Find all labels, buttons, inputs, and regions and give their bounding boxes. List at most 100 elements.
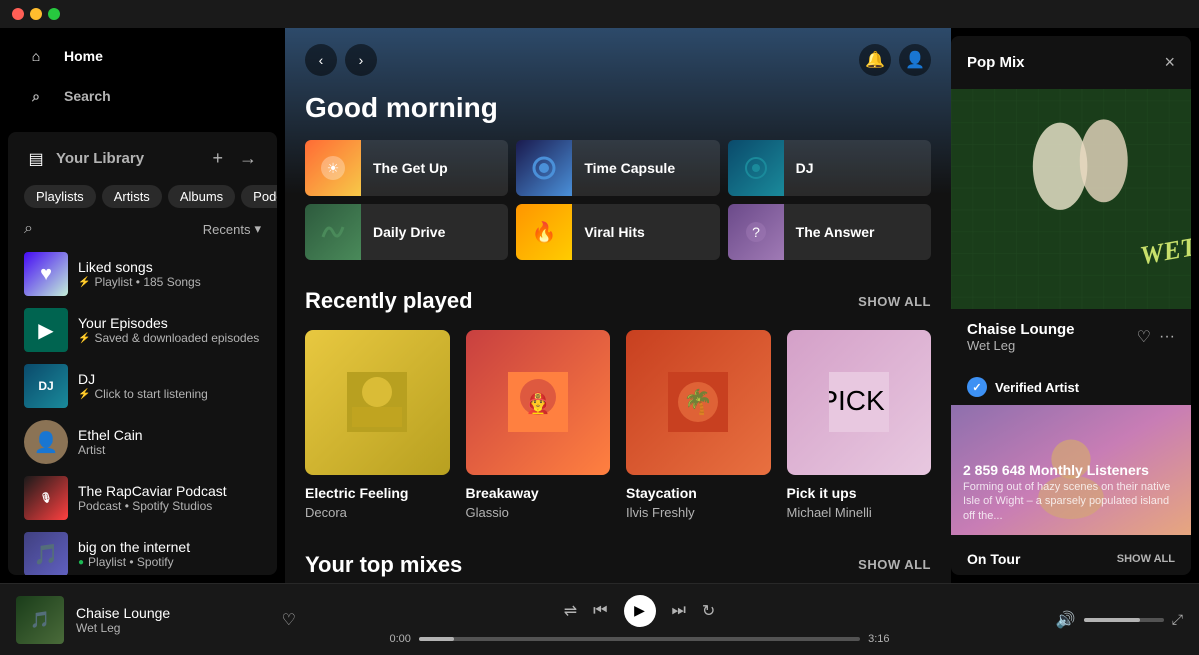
library-search-icon[interactable]: ⌕ <box>24 220 33 238</box>
traffic-lights <box>12 8 60 20</box>
panel-heart-button[interactable]: ♡ <box>1137 327 1151 347</box>
library-icon: ▤ <box>24 147 48 171</box>
verified-check-icon: ✓ <box>967 377 987 397</box>
rapcaviar-art: 🎙 <box>24 476 68 520</box>
top-mixes-show-all[interactable]: Show all <box>858 557 931 572</box>
rapcaviar-name: The RapCaviar Podcast <box>78 483 261 499</box>
forward-button[interactable]: › <box>345 44 377 76</box>
viralhits-art: 🔥 <box>516 204 572 260</box>
library-expand-button[interactable]: → <box>235 144 261 173</box>
sidebar: ⌂ Home ⌕ Search ▤ Your Library + → Pla <box>0 28 285 583</box>
avatar-button[interactable]: 👤 <box>899 44 931 76</box>
filter-albums[interactable]: Albums <box>168 185 235 208</box>
on-tour-header: On Tour Show all <box>951 535 1191 575</box>
liked-songs-name: Liked songs <box>78 259 261 275</box>
quick-item-dailydrive[interactable]: Daily Drive <box>305 204 508 260</box>
quick-item-answer[interactable]: ? The Answer <box>728 204 931 260</box>
app-body: ⌂ Home ⌕ Search ▤ Your Library + → Pla <box>0 28 1199 583</box>
player-heart-button[interactable]: ♡ <box>282 610 296 630</box>
quick-item-dj[interactable]: DJ <box>728 140 931 196</box>
nav-home-label: Home <box>64 48 103 64</box>
quick-item-timecapsule[interactable]: Time Capsule <box>516 140 719 196</box>
panel-more-button[interactable]: ··· <box>1159 327 1175 347</box>
nav-home[interactable]: ⌂ Home <box>0 36 285 76</box>
recently-played-show-all[interactable]: Show all <box>858 294 931 309</box>
filter-podcasts[interactable]: Podcasts <box>241 185 277 208</box>
staycation-art-wrap: 🌴 <box>626 330 771 475</box>
panel-album-art: WET LEG <box>951 89 1191 309</box>
nav-arrows: ‹ › <box>305 44 377 76</box>
verified-text: Verified Artist <box>995 380 1079 395</box>
player-right: 🔊 ⤢ <box>983 610 1183 630</box>
panel-track-name: Chaise Lounge <box>967 321 1075 338</box>
library-item-liked-songs[interactable]: ♥ Liked songs ⚡ Playlist • 185 Songs <box>16 246 269 302</box>
card-breakaway[interactable]: 👨‍🚒 Breakaway Glassio <box>466 330 611 520</box>
library-item-episodes[interactable]: ▶ Your Episodes ⚡ Saved & downloaded epi… <box>16 302 269 358</box>
quick-item-viralhits[interactable]: 🔥 Viral Hits <box>516 204 719 260</box>
recents-button[interactable]: Recents ▾ <box>203 221 261 237</box>
pickitup-art-wrap: PICK IT <box>787 330 932 475</box>
sidebar-nav: ⌂ Home ⌕ Search <box>0 28 285 124</box>
breakaway-art: 👨‍🚒 <box>466 330 611 475</box>
artist-stats: 2 859 648 Monthly Listeners Forming out … <box>963 462 1179 523</box>
filter-playlists[interactable]: Playlists <box>24 185 96 208</box>
close-button[interactable] <box>12 8 24 20</box>
bigoninternet-name: big on the internet <box>78 539 261 555</box>
library-item-rapcaviar[interactable]: 🎙 The RapCaviar Podcast Podcast • Spotif… <box>16 470 269 526</box>
back-button[interactable]: ‹ <box>305 44 337 76</box>
progress-bar[interactable] <box>419 637 860 641</box>
notifications-button[interactable]: 🔔 <box>859 44 891 76</box>
staycation-art: 🌴 <box>626 330 771 475</box>
progress-fill <box>419 637 454 641</box>
volume-icon-button[interactable]: 🔊 <box>1056 610 1076 630</box>
library-list: ♥ Liked songs ⚡ Playlist • 185 Songs ▶ Y… <box>8 242 277 575</box>
previous-button[interactable]: ⏮ <box>593 602 607 620</box>
pickitup-subtitle: Michael Minelli <box>787 505 932 520</box>
panel-close-button[interactable]: × <box>1164 52 1175 73</box>
episodes-name: Your Episodes <box>78 315 261 331</box>
svg-text:PICK IT: PICK IT <box>829 385 889 416</box>
timecapsule-label: Time Capsule <box>572 160 687 176</box>
filter-artists[interactable]: Artists <box>102 185 162 208</box>
breakaway-art-wrap: 👨‍🚒 <box>466 330 611 475</box>
fullscreen-button[interactable]: ⤢ <box>1172 611 1183 628</box>
play-pause-button[interactable]: ▶ <box>624 595 656 627</box>
top-mixes-title: Your top mixes <box>305 552 462 578</box>
panel-header: Pop Mix × <box>951 36 1191 89</box>
quick-item-getup[interactable]: ☀ The Get Up <box>305 140 508 196</box>
fullscreen-button[interactable] <box>48 8 60 20</box>
repeat-button[interactable]: ↻ <box>702 601 715 621</box>
library-item-bigoninternet[interactable]: 🎵 big on the internet ● Playlist • Spoti… <box>16 526 269 575</box>
player-track-artist: Wet Leg <box>76 621 270 635</box>
answer-label: The Answer <box>784 224 887 240</box>
volume-fill <box>1084 618 1140 622</box>
next-button[interactable]: ⏭ <box>672 602 686 620</box>
dj-art: DJ <box>24 364 68 408</box>
card-staycation[interactable]: 🌴 Staycation Ilvis Freshly <box>626 330 771 520</box>
panel-title: Pop Mix <box>967 54 1025 71</box>
player-track-info: Chaise Lounge Wet Leg <box>76 605 270 635</box>
nav-search[interactable]: ⌕ Search <box>0 76 285 116</box>
liked-songs-meta: ⚡ Playlist • 185 Songs <box>78 275 261 289</box>
volume-bar[interactable] <box>1084 618 1164 622</box>
card-electric[interactable]: Electric Feeling Decora <box>305 330 450 520</box>
library-actions: + → <box>208 144 261 173</box>
minimize-button[interactable] <box>30 8 42 20</box>
dailydrive-art <box>305 204 361 260</box>
library-add-button[interactable]: + <box>208 144 227 173</box>
library-item-dj[interactable]: DJ DJ ⚡ Click to start listening <box>16 358 269 414</box>
svg-text:☀: ☀ <box>327 160 340 176</box>
pickitup-art: PICK IT <box>787 330 932 475</box>
shuffle-button[interactable]: ⇌ <box>564 601 577 621</box>
episodes-info: Your Episodes ⚡ Saved & downloaded episo… <box>78 315 261 345</box>
main-header: ‹ › 🔔 👤 <box>285 28 951 76</box>
monthly-listeners: 2 859 648 Monthly Listeners <box>963 462 1179 478</box>
card-pickitup[interactable]: PICK IT Pick it ups Michael Minelli <box>787 330 932 520</box>
library-header: ▤ Your Library + → <box>8 132 277 181</box>
staycation-title: Staycation <box>626 485 771 501</box>
player-track-name: Chaise Lounge <box>76 605 270 621</box>
library-title[interactable]: Your Library <box>56 150 144 167</box>
liked-songs-info: Liked songs ⚡ Playlist • 185 Songs <box>78 259 261 289</box>
library-item-ethel-cain[interactable]: 👤 Ethel Cain Artist <box>16 414 269 470</box>
on-tour-show-all[interactable]: Show all <box>1117 553 1175 565</box>
